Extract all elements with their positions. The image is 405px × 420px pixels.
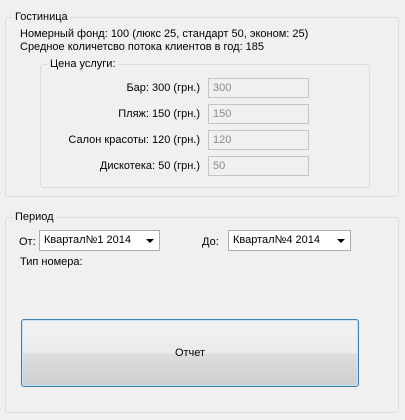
period-to-value: Квартал№4 2014 xyxy=(233,234,321,246)
chevron-down-icon xyxy=(337,239,345,243)
report-button[interactable]: Отчет xyxy=(21,319,359,387)
service-price-beach-field[interactable] xyxy=(208,104,309,124)
period-to-label: До: xyxy=(202,236,219,248)
clients-info: Средное количетсво потока клиентов в год… xyxy=(20,41,265,53)
service-price-beauty-salon-field[interactable] xyxy=(208,130,309,150)
service-label-disco: Дискотека: 50 (грн.) xyxy=(99,160,200,172)
service-label-beauty-salon: Салон красоты: 120 (грн.) xyxy=(68,134,200,146)
services-groupbox-title: Цена услуги: xyxy=(48,58,118,71)
service-label-beach: Пляж: 150 (грн.) xyxy=(118,108,200,120)
period-to-select[interactable]: Квартал№4 2014 xyxy=(228,230,351,251)
service-price-disco-field[interactable] xyxy=(208,156,309,176)
chevron-down-icon xyxy=(146,239,154,243)
period-groupbox-title: Период xyxy=(13,211,56,224)
service-label-bar: Бар: 300 (грн.) xyxy=(126,82,200,94)
report-button-label: Отчет xyxy=(174,347,206,359)
period-from-label: От: xyxy=(19,236,36,248)
period-from-value: Квартал№1 2014 xyxy=(44,234,132,246)
room-type-label: Тип номера: xyxy=(20,256,83,268)
hotel-groupbox-title: Гостиница xyxy=(13,11,70,24)
service-price-bar-field[interactable] xyxy=(208,78,309,98)
period-from-select[interactable]: Квартал№1 2014 xyxy=(39,230,160,251)
rooms-info: Номерный фонд: 100 (люкс 25, стандарт 50… xyxy=(20,28,309,40)
